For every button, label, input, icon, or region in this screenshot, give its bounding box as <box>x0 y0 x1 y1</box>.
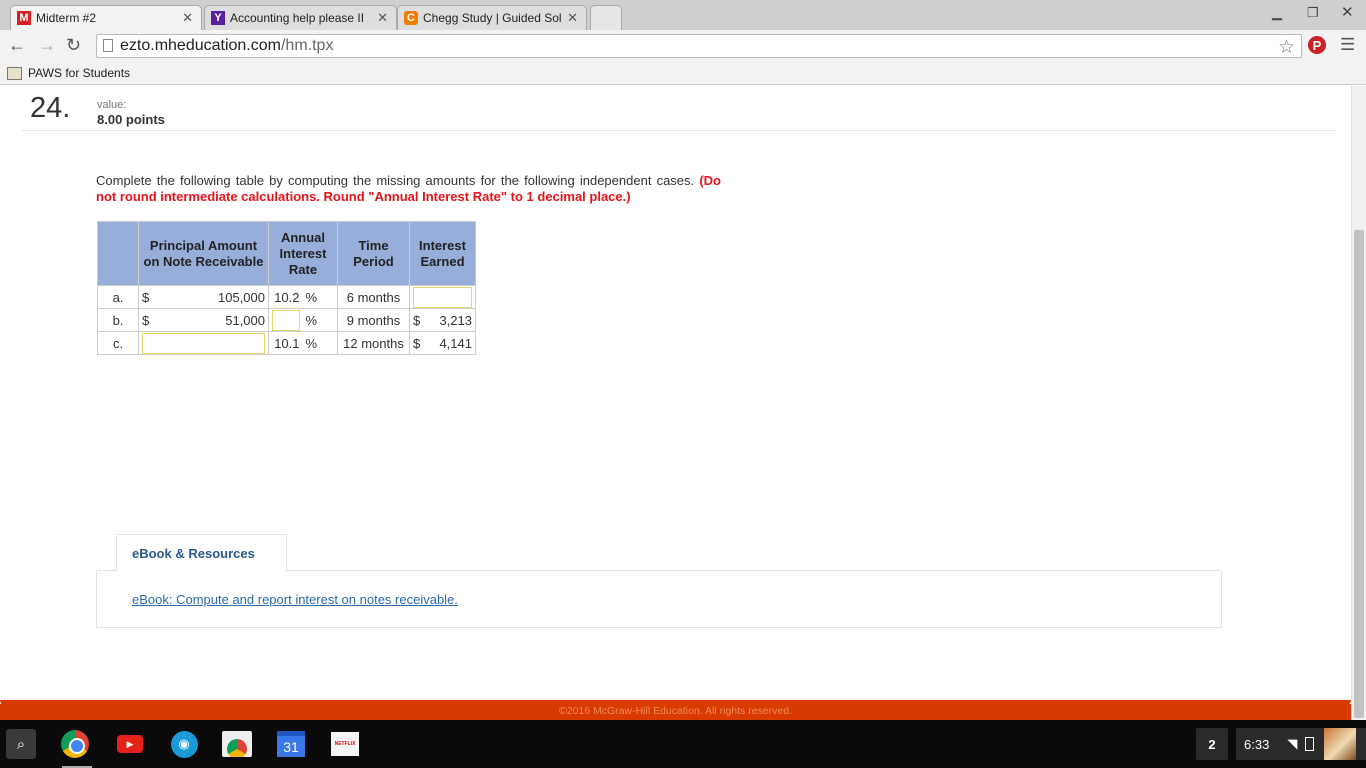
time-value: 6 months <box>337 285 410 309</box>
url-host: ezto.mheducation.com <box>120 37 281 54</box>
interest-cell <box>409 285 476 309</box>
header-time: Time Period <box>337 221 410 286</box>
value-label: value: <box>97 99 127 111</box>
notes-receivable-table: Principal Amount on Note Receivable Annu… <box>97 221 476 355</box>
close-tab-icon[interactable]: ✕ <box>182 10 193 26</box>
camera-app-icon[interactable]: ◉ <box>169 729 199 759</box>
header-rate: Annual Interest Rate <box>268 221 338 286</box>
table-row-c: c. 10.1 % 12 months $ 4,141 <box>97 331 476 355</box>
principal-value: 51,000 <box>157 308 269 332</box>
percent-sign: % <box>302 308 338 332</box>
row-label: b. <box>97 308 139 332</box>
header-interest: Interest Earned <box>409 221 476 286</box>
forward-arrow-icon[interactable]: → <box>38 35 56 56</box>
rate-value: 10.2 <box>268 285 303 309</box>
time-value: 9 months <box>337 308 410 332</box>
tab-strip: M Midterm #2 ✕ Y Accounting help please … <box>0 0 1366 30</box>
ebook-link[interactable]: eBook: Compute and report interest on no… <box>132 592 458 607</box>
page-scrollbar[interactable] <box>1351 86 1366 720</box>
table-row-a: a. $ 105,000 10.2 % 6 months <box>97 285 476 309</box>
tab-title: Midterm #2 <box>36 11 97 25</box>
principal-amount-input-c[interactable] <box>142 332 265 354</box>
address-bar[interactable]: ezto.mheducation.com/hm.tpx ☆ <box>96 34 1302 58</box>
rate-value: 10.1 <box>268 331 303 355</box>
percent-sign: % <box>302 331 338 355</box>
ebook-resources-tab[interactable]: eBook & Resources <box>116 534 287 572</box>
back-arrow-icon[interactable]: ← <box>8 35 26 56</box>
pinterest-extension-icon[interactable]: P <box>1308 36 1326 54</box>
question-number: 24. <box>30 92 71 124</box>
chrome-app-icon[interactable] <box>60 729 90 759</box>
tab-chegg-study[interactable]: C Chegg Study | Guided Sol ✕ <box>397 5 587 30</box>
close-tab-icon[interactable]: ✕ <box>567 10 578 26</box>
tab-title: Chegg Study | Guided Sol <box>423 11 562 25</box>
calendar-day: 31 <box>277 731 305 757</box>
new-tab-button[interactable] <box>590 5 622 30</box>
mheducation-favicon-icon: M <box>17 11 31 25</box>
bookmark-paws[interactable]: PAWS for Students <box>7 66 130 80</box>
bookmark-star-icon[interactable]: ☆ <box>1278 36 1295 59</box>
bookmarks-bar: PAWS for Students <box>0 62 1366 85</box>
search-icon[interactable]: ⌕ <box>6 729 36 759</box>
os-shelf: ⌕ ▶ ◉ 31 NETFLIX <box>0 720 1366 768</box>
bookmark-label: PAWS for Students <box>28 66 131 80</box>
instruction-text: Complete the following table by computin… <box>96 173 695 188</box>
tab-midterm[interactable]: M Midterm #2 ✕ <box>10 5 202 30</box>
battery-icon <box>1305 737 1315 751</box>
dollar-sign: $ <box>409 308 434 332</box>
tab-title: Accounting help please II <box>230 11 365 25</box>
row-label: c. <box>97 331 139 355</box>
header-principal: Principal Amount on Note Receivable <box>138 221 269 286</box>
question-instructions: Complete the following table by computin… <box>96 173 721 205</box>
table-row-b: b. $ 51,000 % 9 months $ 3,213 <box>97 308 476 332</box>
url-path: /hm.tpx <box>280 37 334 54</box>
ebook-resources-panel: eBook: Compute and report interest on no… <box>96 570 1222 628</box>
percent-sign: % <box>302 285 338 309</box>
wifi-icon: ◥ <box>1287 736 1298 751</box>
chegg-favicon-icon: C <box>404 11 418 25</box>
principal-cell <box>138 331 269 355</box>
minimize-icon[interactable]: ▁ <box>1272 5 1282 21</box>
header-blank <box>97 221 139 286</box>
close-window-icon[interactable]: ✕ <box>1341 3 1354 21</box>
dollar-sign: $ <box>409 331 434 355</box>
copyright-footer: ©2016 McGraw-Hill Education. All rights … <box>0 704 1351 720</box>
youtube-app-icon[interactable]: ▶ <box>115 729 145 759</box>
question-points: 8.00 points <box>97 112 165 127</box>
chrome-web-store-icon[interactable] <box>222 729 252 759</box>
netflix-label: NETFLIX <box>331 732 359 756</box>
netflix-app-icon[interactable]: NETFLIX <box>330 729 360 759</box>
status-tray[interactable]: 6:33 ◥ <box>1236 728 1366 760</box>
dollar-sign: $ <box>137 285 158 309</box>
user-avatar <box>1324 728 1357 760</box>
yahoo-favicon-icon: Y <box>211 11 225 25</box>
reload-icon[interactable]: ↻ <box>66 35 81 56</box>
browser-toolbar: ← → ↻ ezto.mheducation.com/hm.tpx ☆ <box>0 30 1366 62</box>
paws-favicon-icon <box>7 66 22 80</box>
row-label: a. <box>97 285 139 309</box>
rate-cell <box>268 308 303 332</box>
interest-earned-input-a[interactable] <box>413 286 472 308</box>
notification-count[interactable]: 2 <box>1196 728 1228 760</box>
chrome-menu-icon[interactable]: ☰ <box>1340 35 1355 55</box>
clock-time: 6:33 <box>1244 736 1270 752</box>
time-value: 12 months <box>337 331 410 355</box>
page-content: 24. value: 8.00 points Complete the foll… <box>0 86 1351 701</box>
scrollbar-thumb[interactable] <box>1354 230 1364 718</box>
close-tab-icon[interactable]: ✕ <box>377 10 388 26</box>
restore-window-icon[interactable]: ❐ <box>1307 5 1319 21</box>
tab-accounting-help[interactable]: Y Accounting help please II ✕ <box>204 5 397 30</box>
interest-value: 4,141 <box>433 331 476 355</box>
table-header-row: Principal Amount on Note Receivable Annu… <box>97 221 476 286</box>
page-icon <box>103 39 113 52</box>
annual-rate-input-b[interactable] <box>272 309 300 331</box>
calendar-app-icon[interactable]: 31 <box>276 729 306 759</box>
divider <box>22 130 1336 131</box>
principal-value: 105,000 <box>157 285 269 309</box>
dollar-sign: $ <box>137 308 158 332</box>
interest-value: 3,213 <box>433 308 476 332</box>
